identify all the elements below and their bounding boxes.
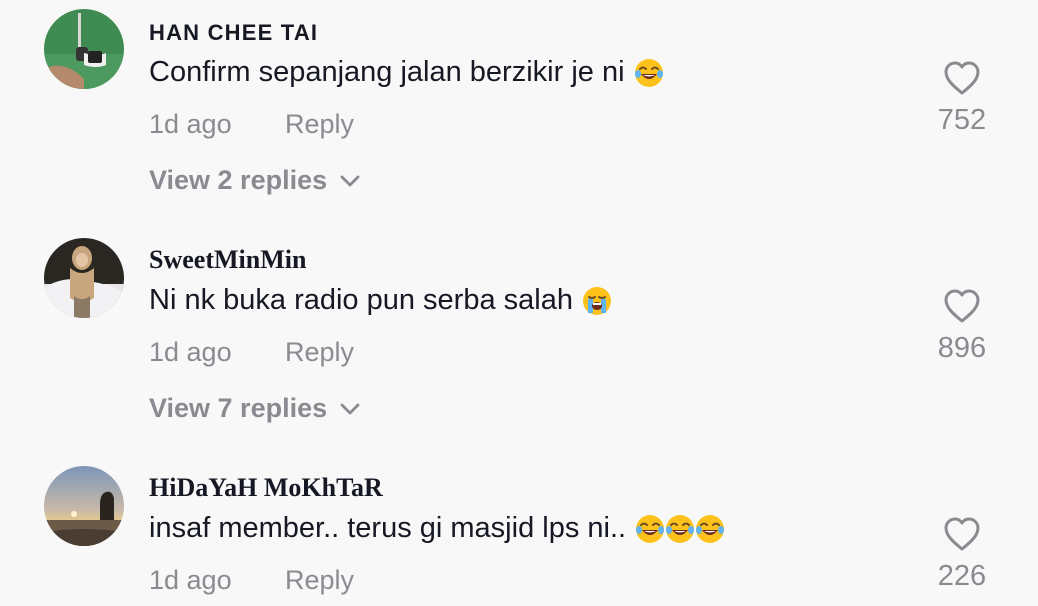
like-button[interactable]: 896 xyxy=(935,288,989,365)
chevron-down-icon xyxy=(340,403,360,414)
comment-text-content: Confirm sepanjang jalan berzikir je ni xyxy=(149,56,625,88)
heart-outline-icon xyxy=(944,289,980,323)
comment-timestamp: 1d ago xyxy=(149,337,232,367)
like-button[interactable]: 226 xyxy=(935,516,989,593)
reply-button[interactable]: Reply xyxy=(285,337,354,368)
like-count: 752 xyxy=(937,104,987,136)
like-button[interactable]: 752 xyxy=(935,60,989,137)
comment-username[interactable]: HiDaYaH MoKhTaR xyxy=(149,473,383,503)
comment-username[interactable]: SweetMinMin xyxy=(149,245,306,275)
view-replies-button[interactable]: View 2 replies xyxy=(149,165,361,196)
heart-outline-icon xyxy=(944,61,980,95)
reply-button[interactable]: Reply xyxy=(285,109,354,140)
heart-outline-icon xyxy=(944,517,980,551)
comment-text: Ni nk buka radio pun serba salah xyxy=(149,284,613,317)
view-replies-label: View 7 replies xyxy=(149,393,328,423)
loudly-crying-face-icon xyxy=(581,285,613,317)
chevron-down-icon xyxy=(340,175,360,186)
comment-timestamp: 1d ago xyxy=(149,565,232,595)
avatar[interactable] xyxy=(44,466,124,546)
comment-text: insaf member.. terus gi masjid lps ni.. xyxy=(149,512,726,545)
view-replies-button[interactable]: View 7 replies xyxy=(149,393,361,424)
face-with-tears-of-joy-icon xyxy=(634,513,666,545)
comment-username[interactable]: HAN CHEE TAI xyxy=(149,20,318,46)
face-with-tears-of-joy-icon xyxy=(664,513,696,545)
like-count: 226 xyxy=(937,560,987,592)
avatar[interactable] xyxy=(44,238,124,318)
reply-button[interactable]: Reply xyxy=(285,565,354,596)
face-with-tears-of-joy-icon xyxy=(694,513,726,545)
view-replies-label: View 2 replies xyxy=(149,165,328,195)
comment-text-content: Ni nk buka radio pun serba salah xyxy=(149,284,573,316)
comment-timestamp: 1d ago xyxy=(149,109,232,139)
avatar[interactable] xyxy=(44,9,124,89)
like-count: 896 xyxy=(937,332,987,364)
comment-text: Confirm sepanjang jalan berzikir je ni xyxy=(149,56,665,89)
comment-text-content: insaf member.. terus gi masjid lps ni.. xyxy=(149,512,627,544)
face-with-tears-of-joy-icon xyxy=(633,57,665,89)
